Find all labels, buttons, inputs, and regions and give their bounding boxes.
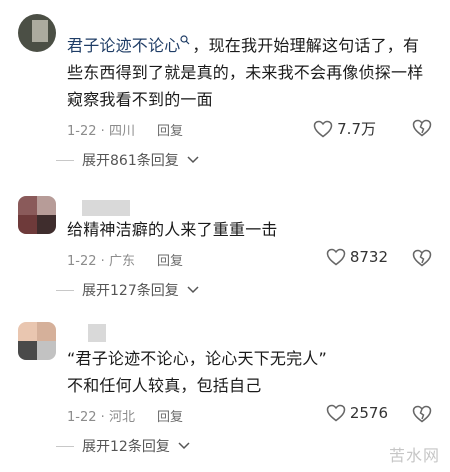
comment-location: 河北	[108, 410, 135, 425]
comment-date: 1-22	[67, 410, 97, 425]
like-button[interactable]: 2576	[326, 404, 388, 422]
dislike-button[interactable]	[412, 119, 432, 141]
comment-body: 给精神洁癖的人来了重重一击	[67, 220, 278, 239]
comment-meta: 1-22 · 广东 回复	[67, 250, 183, 269]
expand-label: 展开127条回复	[82, 283, 179, 299]
dislike-button[interactable]	[412, 405, 432, 427]
expand-label: 展开12条回复	[82, 439, 170, 455]
chevron-down-icon	[187, 286, 199, 294]
username-placeholder	[82, 200, 130, 216]
comment-date: 1-22	[67, 254, 97, 269]
expand-label: 展开861条回复	[82, 153, 179, 169]
comment-text: 君子论迹不论心 ，现在我开始理解这句话了，有些东西得到了就是真的，未来我不会再像侦…	[67, 32, 426, 113]
like-button[interactable]: 8732	[326, 248, 388, 266]
comment-line: 不和任何人较真，包括自己	[67, 376, 262, 395]
comment-date: 1-22	[67, 124, 97, 139]
heart-icon	[313, 120, 333, 137]
expand-replies[interactable]: 展开127条回复	[56, 280, 199, 300]
search-icon[interactable]	[180, 35, 190, 45]
avatar[interactable]	[18, 322, 56, 360]
comment-location: 广东	[108, 254, 135, 269]
comment-meta: 1-22 · 河北 回复	[67, 406, 183, 425]
heart-icon	[326, 404, 346, 422]
chevron-down-icon	[178, 442, 190, 450]
comment-meta: 1-22 · 四川 回复	[67, 120, 183, 139]
expand-replies[interactable]: 展开861条回复	[56, 150, 199, 170]
comment-line: “君子论迹不论心，论心天下无完人”	[67, 349, 327, 368]
avatar[interactable]	[18, 14, 56, 52]
reply-button[interactable]: 回复	[157, 250, 183, 269]
dislike-button[interactable]	[412, 249, 432, 271]
chevron-down-icon	[187, 156, 199, 164]
comment-2: 给精神洁癖的人来了重重一击 1-22 · 广东 回复 8732 展开127条回复	[0, 188, 450, 308]
quoted-phrase: 君子论迹不论心	[67, 36, 181, 55]
broken-heart-icon	[412, 249, 432, 267]
divider	[56, 159, 74, 161]
watermark: 苦水网	[388, 446, 440, 465]
like-button[interactable]: 7.7万	[313, 118, 376, 139]
like-count: 7.7万	[337, 120, 376, 138]
reply-button[interactable]: 回复	[157, 406, 183, 425]
expand-replies[interactable]: 展开12条回复	[56, 436, 190, 456]
avatar[interactable]	[18, 196, 56, 234]
heart-icon	[326, 248, 346, 266]
like-count: 2576	[349, 404, 388, 422]
divider	[56, 289, 74, 291]
like-count: 8732	[349, 248, 388, 266]
divider	[56, 445, 74, 447]
comment-text: 给精神洁癖的人来了重重一击	[67, 216, 426, 243]
broken-heart-icon	[412, 405, 432, 423]
comment-1: 君子论迹不论心 ，现在我开始理解这句话了，有些东西得到了就是真的，未来我不会再像侦…	[0, 0, 450, 170]
reply-button[interactable]: 回复	[157, 120, 183, 139]
broken-heart-icon	[412, 119, 432, 137]
username-placeholder	[88, 324, 106, 342]
comment-location: 四川	[108, 124, 135, 139]
comment-text: “君子论迹不论心，论心天下无完人” 不和任何人较真，包括自己	[67, 345, 426, 399]
comment-3: “君子论迹不论心，论心天下无完人” 不和任何人较真，包括自己 1-22 · 河北…	[0, 318, 450, 472]
